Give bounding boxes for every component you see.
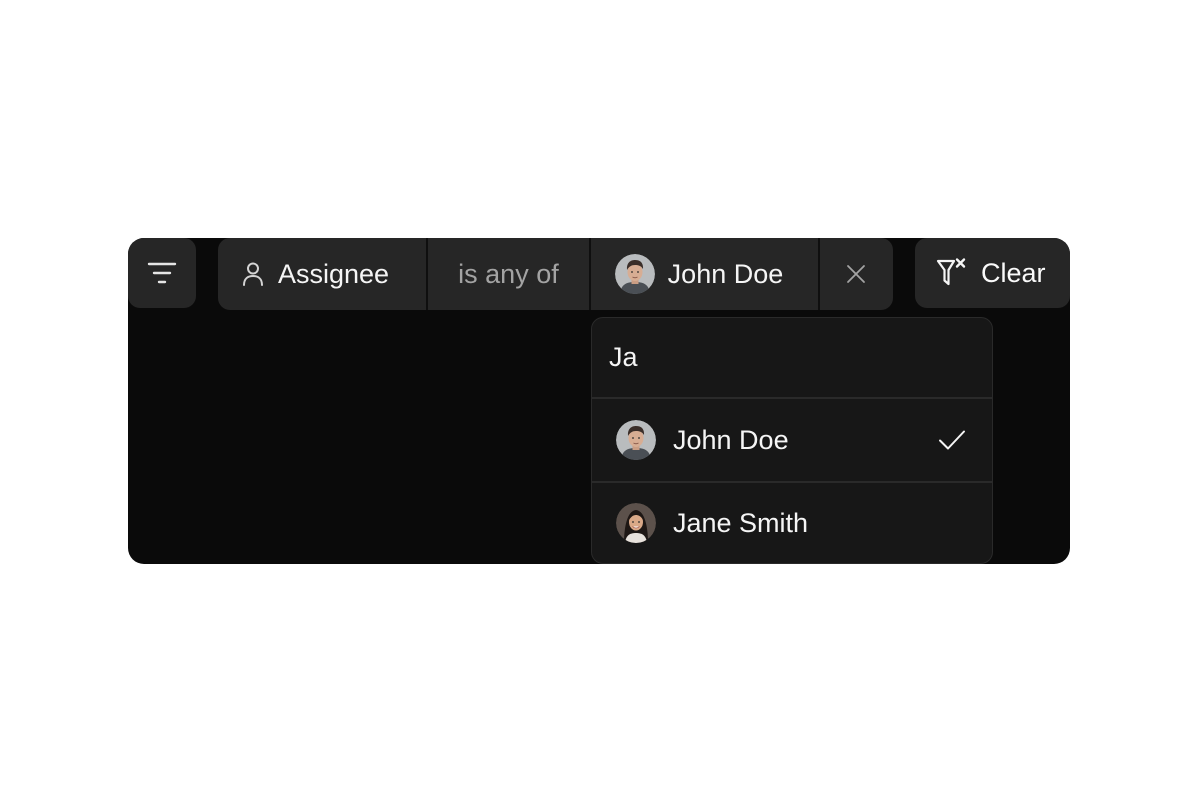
avatar-john-doe <box>614 254 655 294</box>
filter-value-selector[interactable]: John Doe <box>591 238 818 310</box>
clear-filters-button[interactable]: Clear <box>915 238 1070 308</box>
option-label: John Doe <box>673 424 789 455</box>
filter-field-selector[interactable]: Assignee <box>218 238 426 310</box>
assignee-search-input[interactable] <box>609 342 949 373</box>
filter-x-icon <box>935 257 967 289</box>
filter-operator-label: is any of <box>458 258 559 289</box>
clear-filters-label: Clear <box>981 257 1046 288</box>
filter-chip-assignee: Assignee is any of John Doe <box>218 238 893 310</box>
option-jane-smith[interactable]: Jane Smith <box>592 481 992 563</box>
check-icon <box>939 430 965 450</box>
option-john-doe[interactable]: John Doe <box>592 399 992 481</box>
filter-field-label: Assignee <box>278 258 390 289</box>
remove-filter-button[interactable] <box>820 238 893 310</box>
filter-lines-icon <box>147 262 177 284</box>
filter-operator-selector[interactable]: is any of <box>428 238 588 310</box>
avatar-john-doe <box>616 420 656 460</box>
avatar-jane-smith <box>616 503 656 543</box>
dropdown-search <box>592 318 992 399</box>
user-icon <box>242 261 264 287</box>
option-label: Jane Smith <box>673 507 809 538</box>
assignee-dropdown: John Doe Jane Smith <box>591 317 993 564</box>
filter-panel: Assignee is any of John Doe Clear Ja Joh… <box>128 238 1070 564</box>
filter-value-label: John Doe <box>667 258 784 289</box>
filter-menu-button[interactable] <box>128 238 196 308</box>
close-icon <box>847 265 866 283</box>
